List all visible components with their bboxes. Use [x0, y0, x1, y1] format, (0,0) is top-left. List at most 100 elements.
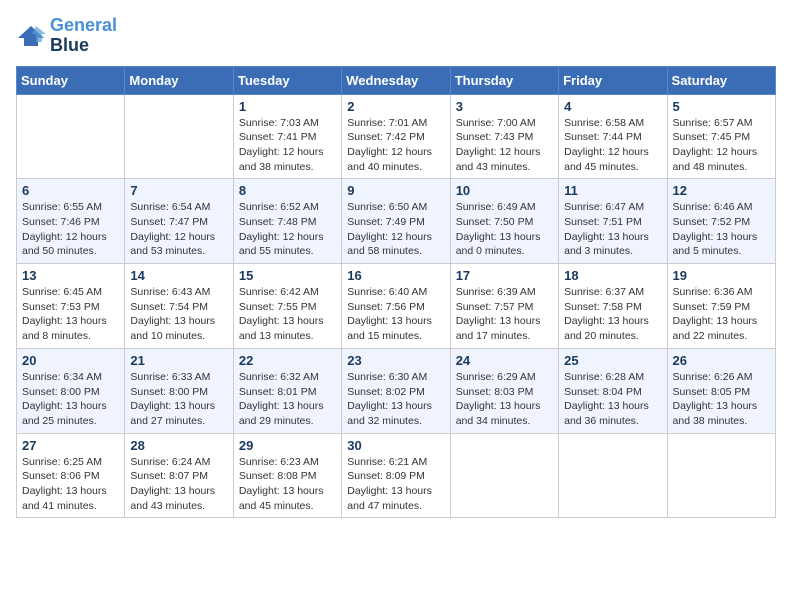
day-cell: 19Sunrise: 6:36 AM Sunset: 7:59 PM Dayli… — [667, 264, 775, 349]
day-info: Sunrise: 6:42 AM Sunset: 7:55 PM Dayligh… — [239, 285, 336, 344]
day-info: Sunrise: 6:33 AM Sunset: 8:00 PM Dayligh… — [130, 370, 227, 429]
day-cell: 2Sunrise: 7:01 AM Sunset: 7:42 PM Daylig… — [342, 94, 450, 179]
day-info: Sunrise: 7:03 AM Sunset: 7:41 PM Dayligh… — [239, 116, 336, 175]
day-cell: 3 Sunrise: 7:00 AM Sunset: 7:43 PM Daylig… — [450, 94, 558, 179]
day-cell: 4 Sunrise: 6:58 AM Sunset: 7:44 PM Daylig… — [559, 94, 667, 179]
day-info: Sunrise: 6:29 AM Sunset: 8:03 PM Dayligh… — [456, 370, 553, 429]
day-cell: 7 Sunrise: 6:54 AM Sunset: 7:47 PM Daylig… — [125, 179, 233, 264]
day-info: Sunrise: 6:46 AM Sunset: 7:52 PM Dayligh… — [673, 200, 770, 259]
day-cell: 8Sunrise: 6:52 AM Sunset: 7:48 PM Daylig… — [233, 179, 341, 264]
day-cell: 1 Sunrise: 7:03 AM Sunset: 7:41 PM Daylig… — [233, 94, 341, 179]
day-number: 25 — [564, 353, 661, 368]
day-cell: 9Sunrise: 6:50 AM Sunset: 7:49 PM Daylig… — [342, 179, 450, 264]
day-number: 15 — [239, 268, 336, 283]
week-row-2: 6Sunrise: 6:55 AM Sunset: 7:46 PM Daylig… — [17, 179, 776, 264]
day-info: Sunrise: 6:25 AM Sunset: 8:06 PM Dayligh… — [22, 455, 119, 514]
day-number: 10 — [456, 183, 553, 198]
logo-text: General Blue — [50, 16, 117, 56]
day-info: Sunrise: 6:57 AM Sunset: 7:45 PM Dayligh… — [673, 116, 770, 175]
day-info: Sunrise: 6:21 AM Sunset: 8:09 PM Dayligh… — [347, 455, 444, 514]
day-info: Sunrise: 6:36 AM Sunset: 7:59 PM Dayligh… — [673, 285, 770, 344]
day-info: Sunrise: 6:40 AM Sunset: 7:56 PM Dayligh… — [347, 285, 444, 344]
day-number: 13 — [22, 268, 119, 283]
day-info: Sunrise: 6:28 AM Sunset: 8:04 PM Dayligh… — [564, 370, 661, 429]
week-row-3: 13 Sunrise: 6:45 AM Sunset: 7:53 PM Dayli… — [17, 264, 776, 349]
day-number: 5 — [673, 99, 770, 114]
col-header-wednesday: Wednesday — [342, 66, 450, 94]
day-number: 7 — [130, 183, 227, 198]
day-number: 22 — [239, 353, 336, 368]
day-cell: 11 Sunrise: 6:47 AM Sunset: 7:51 PM Dayli… — [559, 179, 667, 264]
day-number: 16 — [347, 268, 444, 283]
day-cell: 6Sunrise: 6:55 AM Sunset: 7:46 PM Daylig… — [17, 179, 125, 264]
day-cell — [559, 433, 667, 518]
day-info: Sunrise: 6:45 AM Sunset: 7:53 PM Dayligh… — [22, 285, 119, 344]
day-cell — [667, 433, 775, 518]
calendar-header-row: SundayMondayTuesdayWednesdayThursdayFrid… — [17, 66, 776, 94]
day-number: 20 — [22, 353, 119, 368]
week-row-5: 27 Sunrise: 6:25 AM Sunset: 8:06 PM Dayli… — [17, 433, 776, 518]
day-info: Sunrise: 6:55 AM Sunset: 7:46 PM Dayligh… — [22, 200, 119, 259]
day-cell: 24 Sunrise: 6:29 AM Sunset: 8:03 PM Dayli… — [450, 348, 558, 433]
day-cell — [125, 94, 233, 179]
day-cell: 22Sunrise: 6:32 AM Sunset: 8:01 PM Dayli… — [233, 348, 341, 433]
col-header-tuesday: Tuesday — [233, 66, 341, 94]
day-number: 30 — [347, 438, 444, 453]
logo: General Blue — [16, 16, 117, 56]
col-header-friday: Friday — [559, 66, 667, 94]
day-info: Sunrise: 6:34 AM Sunset: 8:00 PM Dayligh… — [22, 370, 119, 429]
col-header-saturday: Saturday — [667, 66, 775, 94]
day-cell: 18 Sunrise: 6:37 AM Sunset: 7:58 PM Dayli… — [559, 264, 667, 349]
day-cell: 17 Sunrise: 6:39 AM Sunset: 7:57 PM Dayli… — [450, 264, 558, 349]
col-header-sunday: Sunday — [17, 66, 125, 94]
day-info: Sunrise: 7:00 AM Sunset: 7:43 PM Dayligh… — [456, 116, 553, 175]
day-number: 21 — [130, 353, 227, 368]
day-number: 3 — [456, 99, 553, 114]
day-info: Sunrise: 6:49 AM Sunset: 7:50 PM Dayligh… — [456, 200, 553, 259]
day-cell: 15 Sunrise: 6:42 AM Sunset: 7:55 PM Dayli… — [233, 264, 341, 349]
day-cell: 27 Sunrise: 6:25 AM Sunset: 8:06 PM Dayli… — [17, 433, 125, 518]
day-cell: 16 Sunrise: 6:40 AM Sunset: 7:56 PM Dayli… — [342, 264, 450, 349]
day-cell: 23 Sunrise: 6:30 AM Sunset: 8:02 PM Dayli… — [342, 348, 450, 433]
day-number: 18 — [564, 268, 661, 283]
day-number: 11 — [564, 183, 661, 198]
day-info: Sunrise: 6:24 AM Sunset: 8:07 PM Dayligh… — [130, 455, 227, 514]
day-cell: 29Sunrise: 6:23 AM Sunset: 8:08 PM Dayli… — [233, 433, 341, 518]
page-header: General Blue — [16, 16, 776, 56]
day-number: 1 — [239, 99, 336, 114]
day-cell: 12 Sunrise: 6:46 AM Sunset: 7:52 PM Dayli… — [667, 179, 775, 264]
day-info: Sunrise: 6:23 AM Sunset: 8:08 PM Dayligh… — [239, 455, 336, 514]
day-info: Sunrise: 6:37 AM Sunset: 7:58 PM Dayligh… — [564, 285, 661, 344]
day-number: 12 — [673, 183, 770, 198]
day-cell: 10 Sunrise: 6:49 AM Sunset: 7:50 PM Dayli… — [450, 179, 558, 264]
day-info: Sunrise: 6:43 AM Sunset: 7:54 PM Dayligh… — [130, 285, 227, 344]
day-cell: 28 Sunrise: 6:24 AM Sunset: 8:07 PM Dayli… — [125, 433, 233, 518]
day-number: 23 — [347, 353, 444, 368]
day-cell: 14 Sunrise: 6:43 AM Sunset: 7:54 PM Dayli… — [125, 264, 233, 349]
col-header-monday: Monday — [125, 66, 233, 94]
day-number: 4 — [564, 99, 661, 114]
day-info: Sunrise: 6:26 AM Sunset: 8:05 PM Dayligh… — [673, 370, 770, 429]
day-number: 28 — [130, 438, 227, 453]
day-cell: 21 Sunrise: 6:33 AM Sunset: 8:00 PM Dayli… — [125, 348, 233, 433]
day-info: Sunrise: 6:47 AM Sunset: 7:51 PM Dayligh… — [564, 200, 661, 259]
day-info: Sunrise: 6:39 AM Sunset: 7:57 PM Dayligh… — [456, 285, 553, 344]
day-info: Sunrise: 6:50 AM Sunset: 7:49 PM Dayligh… — [347, 200, 444, 259]
day-cell — [17, 94, 125, 179]
day-info: Sunrise: 6:30 AM Sunset: 8:02 PM Dayligh… — [347, 370, 444, 429]
day-number: 14 — [130, 268, 227, 283]
day-info: Sunrise: 6:54 AM Sunset: 7:47 PM Dayligh… — [130, 200, 227, 259]
col-header-thursday: Thursday — [450, 66, 558, 94]
day-info: Sunrise: 6:58 AM Sunset: 7:44 PM Dayligh… — [564, 116, 661, 175]
day-cell: 13 Sunrise: 6:45 AM Sunset: 7:53 PM Dayli… — [17, 264, 125, 349]
day-cell — [450, 433, 558, 518]
week-row-4: 20 Sunrise: 6:34 AM Sunset: 8:00 PM Dayli… — [17, 348, 776, 433]
week-row-1: 1 Sunrise: 7:03 AM Sunset: 7:41 PM Daylig… — [17, 94, 776, 179]
day-number: 24 — [456, 353, 553, 368]
day-number: 26 — [673, 353, 770, 368]
day-cell: 20 Sunrise: 6:34 AM Sunset: 8:00 PM Dayli… — [17, 348, 125, 433]
day-cell: 5 Sunrise: 6:57 AM Sunset: 7:45 PM Daylig… — [667, 94, 775, 179]
day-number: 27 — [22, 438, 119, 453]
day-number: 17 — [456, 268, 553, 283]
day-info: Sunrise: 6:52 AM Sunset: 7:48 PM Dayligh… — [239, 200, 336, 259]
